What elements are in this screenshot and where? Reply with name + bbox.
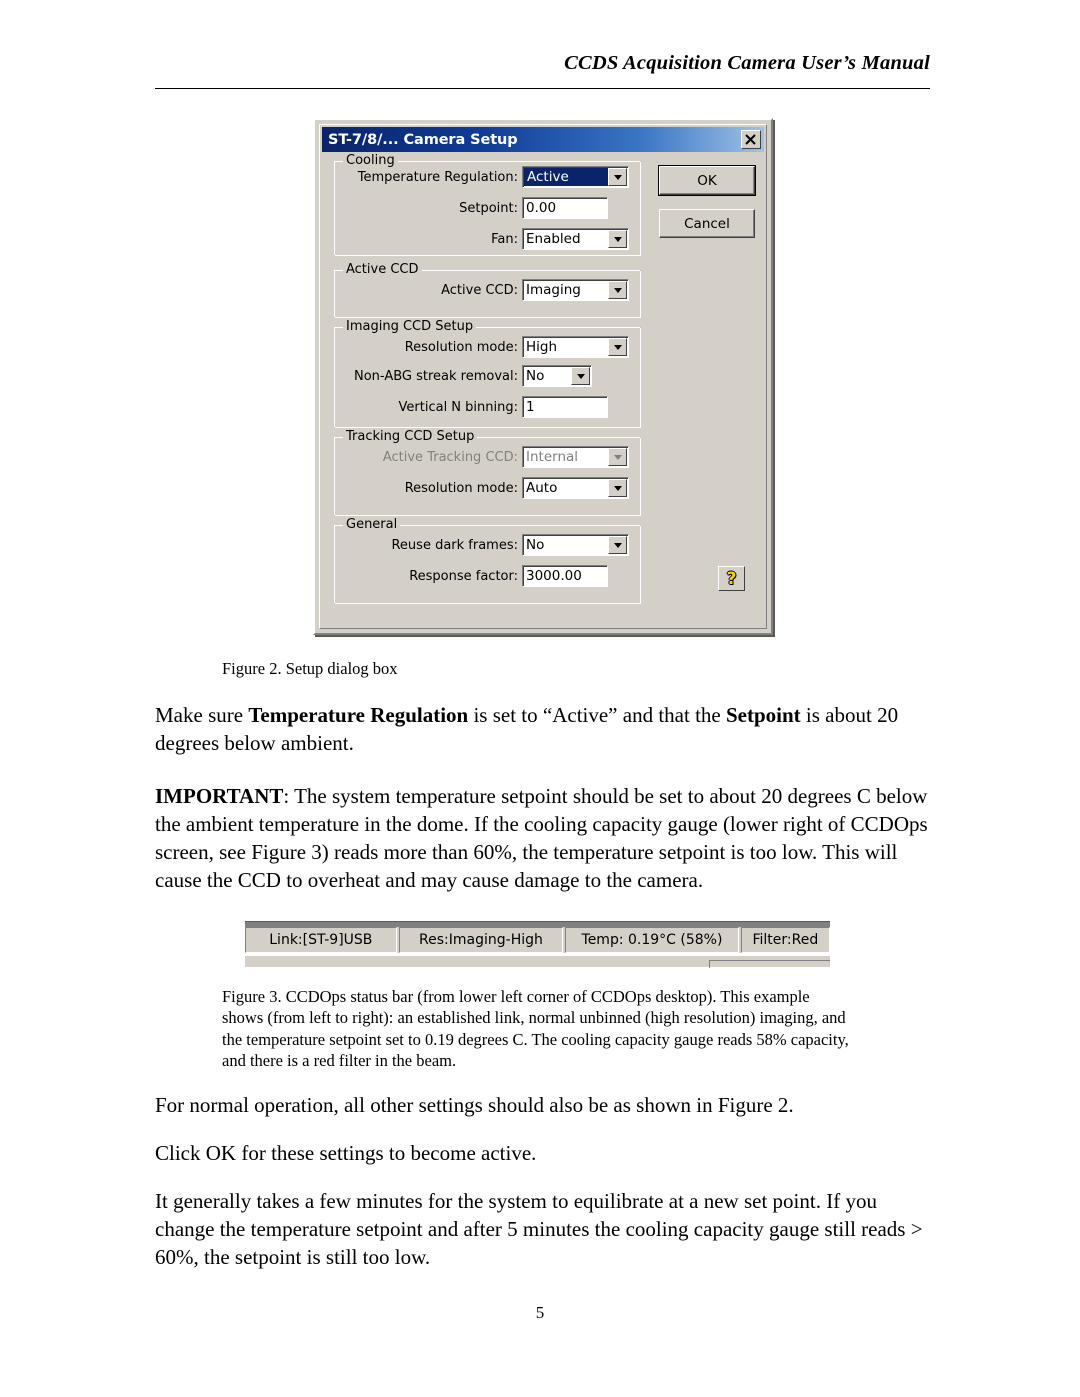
group-tracking-ccd-setup-legend: Tracking CCD Setup (343, 429, 478, 444)
combo-reuse-dark-frames-value: No (526, 537, 545, 553)
combo-fan[interactable]: Enabled (522, 228, 629, 250)
figure-3-caption: Figure 3. CCDOps status bar (from lower … (222, 987, 849, 1071)
ok-button[interactable]: OK (658, 165, 756, 196)
help-icon[interactable]: ? (718, 566, 745, 591)
label-active-ccd: Active CCD: (441, 283, 518, 298)
chevron-down-icon[interactable] (608, 338, 627, 356)
input-setpoint[interactable]: 0.00 (522, 197, 608, 219)
group-imaging-ccd-setup-legend: Imaging CCD Setup (343, 319, 477, 334)
status-pane-resolution[interactable]: Res:Imaging-High (398, 927, 564, 953)
status-pane-link[interactable]: Link:[ST-9]USB (245, 927, 397, 953)
chevron-down-icon[interactable] (608, 230, 627, 248)
input-vertical-n-binning[interactable]: 1 (522, 396, 608, 418)
label-vertical-n-binning: Vertical N binning: (398, 400, 518, 415)
combo-temperature-regulation[interactable]: Active (522, 166, 629, 188)
label-response-factor: Response factor: (409, 569, 518, 584)
combo-reuse-dark-frames[interactable]: No (522, 534, 629, 556)
page-header: CCDS Acquisition Camera User’s Manual (564, 52, 930, 74)
figure-2-caption: Figure 2. Setup dialog box (222, 659, 398, 678)
combo-tracking-resolution-mode[interactable]: Auto (522, 477, 629, 499)
label-reuse-dark-frames: Reuse dark frames: (391, 538, 518, 553)
paragraph-temperature-regulation: Make sure Temperature Regulation is set … (155, 702, 935, 758)
label-setpoint: Setpoint: (459, 201, 518, 216)
combo-active-ccd[interactable]: Imaging (522, 279, 629, 301)
para1-seg2: is set to “Active” and that the (468, 703, 726, 727)
combo-imaging-resolution-mode[interactable]: High (522, 336, 629, 358)
chevron-down-icon[interactable] (608, 536, 627, 554)
label-fan: Fan: (491, 232, 518, 247)
group-general-legend: General (343, 517, 401, 532)
paragraph-click-ok: Click OK for these settings to become ac… (155, 1141, 537, 1165)
label-non-abg-streak-removal: Non-ABG streak removal: (354, 369, 518, 384)
ok-button-label: OK (697, 172, 717, 189)
label-active-tracking-ccd: Active Tracking CCD: (382, 450, 518, 465)
status-pane-filter[interactable]: Filter:Red (740, 927, 830, 953)
paragraph-equilibrate: It generally takes a few minutes for the… (155, 1189, 923, 1269)
page-number: 5 (535, 1303, 545, 1322)
combo-temperature-regulation-value: Active (524, 168, 608, 186)
status-pane-temperature[interactable]: Temp: 0.19°C (58%) (565, 927, 739, 953)
para1-seg1: Make sure (155, 703, 249, 727)
dialog-titlebar[interactable]: ST-7/8/... Camera Setup (322, 127, 764, 152)
header-divider (155, 88, 930, 89)
combo-imaging-resolution-mode-value: High (526, 339, 558, 355)
ccdops-status-bar: Link:[ST-9]USB Res:Imaging-High Temp: 0.… (245, 921, 830, 968)
camera-setup-dialog: ST-7/8/... Camera Setup Cooling Temperat… (313, 118, 773, 635)
cancel-button[interactable]: Cancel (659, 209, 755, 238)
combo-non-abg-streak-removal-value: No (526, 368, 545, 384)
label-tracking-resolution-mode: Resolution mode: (404, 481, 518, 496)
chevron-down-icon[interactable] (608, 168, 627, 186)
combo-active-tracking-ccd-value: Internal (526, 449, 579, 465)
paragraph-normal-operation: For normal operation, all other settings… (155, 1093, 794, 1117)
chevron-down-icon (608, 448, 627, 466)
chevron-down-icon[interactable] (571, 367, 590, 385)
cancel-button-label: Cancel (684, 215, 730, 232)
status-bar-panes: Link:[ST-9]USB Res:Imaging-High Temp: 0.… (245, 927, 830, 953)
paragraph-important: IMPORTANT: The system temperature setpoi… (155, 783, 945, 895)
group-active-ccd-legend: Active CCD (343, 262, 422, 277)
para2-bold-important: IMPORTANT (155, 784, 284, 808)
combo-active-ccd-value: Imaging (526, 282, 581, 298)
chevron-down-icon[interactable] (608, 281, 627, 299)
label-temperature-regulation: Temperature Regulation: (357, 170, 518, 185)
help-button-label: ? (726, 568, 737, 589)
dialog-inner-frame: ST-7/8/... Camera Setup Cooling Temperat… (319, 124, 767, 629)
combo-non-abg-streak-removal[interactable]: No (522, 365, 592, 387)
close-icon[interactable] (741, 130, 761, 149)
label-imaging-resolution-mode: Resolution mode: (404, 340, 518, 355)
para1-bold-setpoint: Setpoint (725, 703, 801, 727)
combo-tracking-resolution-mode-value: Auto (526, 480, 558, 496)
para1-bold-temperature-regulation: Temperature Regulation (248, 703, 469, 727)
combo-active-tracking-ccd: Internal (522, 446, 629, 468)
combo-fan-value: Enabled (526, 231, 581, 247)
group-cooling-legend: Cooling (343, 153, 398, 168)
chevron-down-icon[interactable] (608, 479, 627, 497)
input-response-factor[interactable]: 3000.00 (522, 565, 608, 587)
status-bar-bottom-edge (245, 955, 830, 968)
dialog-title: ST-7/8/... Camera Setup (328, 131, 518, 148)
